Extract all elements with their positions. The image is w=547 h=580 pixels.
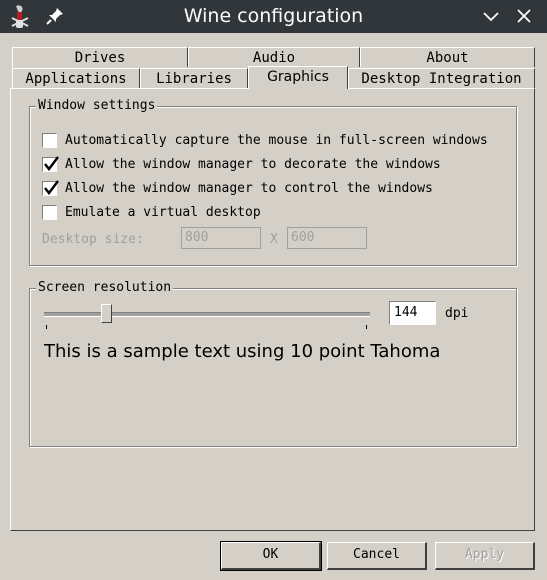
checkbox[interactable] <box>42 204 57 220</box>
ok-button[interactable]: OK <box>220 541 322 571</box>
checkmark-icon <box>44 155 59 171</box>
screen-resolution-title: Screen resolution <box>36 280 174 295</box>
dpi-input[interactable]: 144 <box>389 301 436 325</box>
option-label: Emulate a virtual desktop <box>65 204 261 220</box>
slider-track <box>44 312 370 317</box>
checkbox[interactable] <box>42 132 57 148</box>
window-settings-group: Window settings Automatically capture th… <box>29 98 517 266</box>
sample-text: This is a sample text using 10 point Tah… <box>44 341 441 362</box>
option-decorate-windows[interactable]: Allow the window manager to decorate the… <box>42 155 441 173</box>
option-virtual-desktop[interactable]: Emulate a virtual desktop <box>42 203 261 221</box>
screen-resolution-group: Screen resolution 144 dpi This is a samp… <box>29 280 517 447</box>
checkbox[interactable] <box>42 155 59 172</box>
dpi-slider[interactable] <box>44 301 370 331</box>
cancel-button[interactable]: Cancel <box>327 542 427 570</box>
option-control-windows[interactable]: Allow the window manager to control the … <box>42 179 433 197</box>
tab-drives[interactable]: Drives <box>12 47 188 67</box>
slider-tick-right <box>366 325 367 329</box>
tab-audio[interactable]: Audio <box>188 47 360 67</box>
slider-tick-left <box>46 325 47 329</box>
window-title: Wine configuration <box>183 5 364 27</box>
slider-thumb[interactable] <box>101 304 112 323</box>
tab-libraries[interactable]: Libraries <box>140 68 248 88</box>
apply-button[interactable]: Apply <box>435 542 535 570</box>
tab-desktop-integration[interactable]: Desktop Integration <box>348 68 535 88</box>
desktop-height-field[interactable]: 600 <box>287 227 367 249</box>
option-label: Allow the window manager to decorate the… <box>65 156 441 172</box>
option-capture-mouse[interactable]: Automatically capture the mouse in full-… <box>42 131 488 149</box>
dpi-unit-label: dpi <box>445 306 469 321</box>
close-icon[interactable] <box>514 6 534 26</box>
checkmark-icon <box>44 179 59 195</box>
size-separator: X <box>270 232 278 247</box>
minimize-chevron-icon[interactable] <box>481 6 501 26</box>
window-settings-title: Window settings <box>36 98 158 113</box>
desktop-width-field[interactable]: 800 <box>181 227 261 249</box>
tab-graphics[interactable]: Graphics <box>248 66 348 89</box>
title-bar: Wine configuration <box>0 0 547 33</box>
option-label: Automatically capture the mouse in full-… <box>65 132 488 148</box>
tab-applications[interactable]: Applications <box>12 68 140 88</box>
checkbox[interactable] <box>42 179 59 196</box>
option-label: Allow the window manager to control the … <box>65 180 433 196</box>
desktop-size-label: Desktop size: <box>42 232 144 247</box>
tab-about[interactable]: About <box>360 47 535 67</box>
